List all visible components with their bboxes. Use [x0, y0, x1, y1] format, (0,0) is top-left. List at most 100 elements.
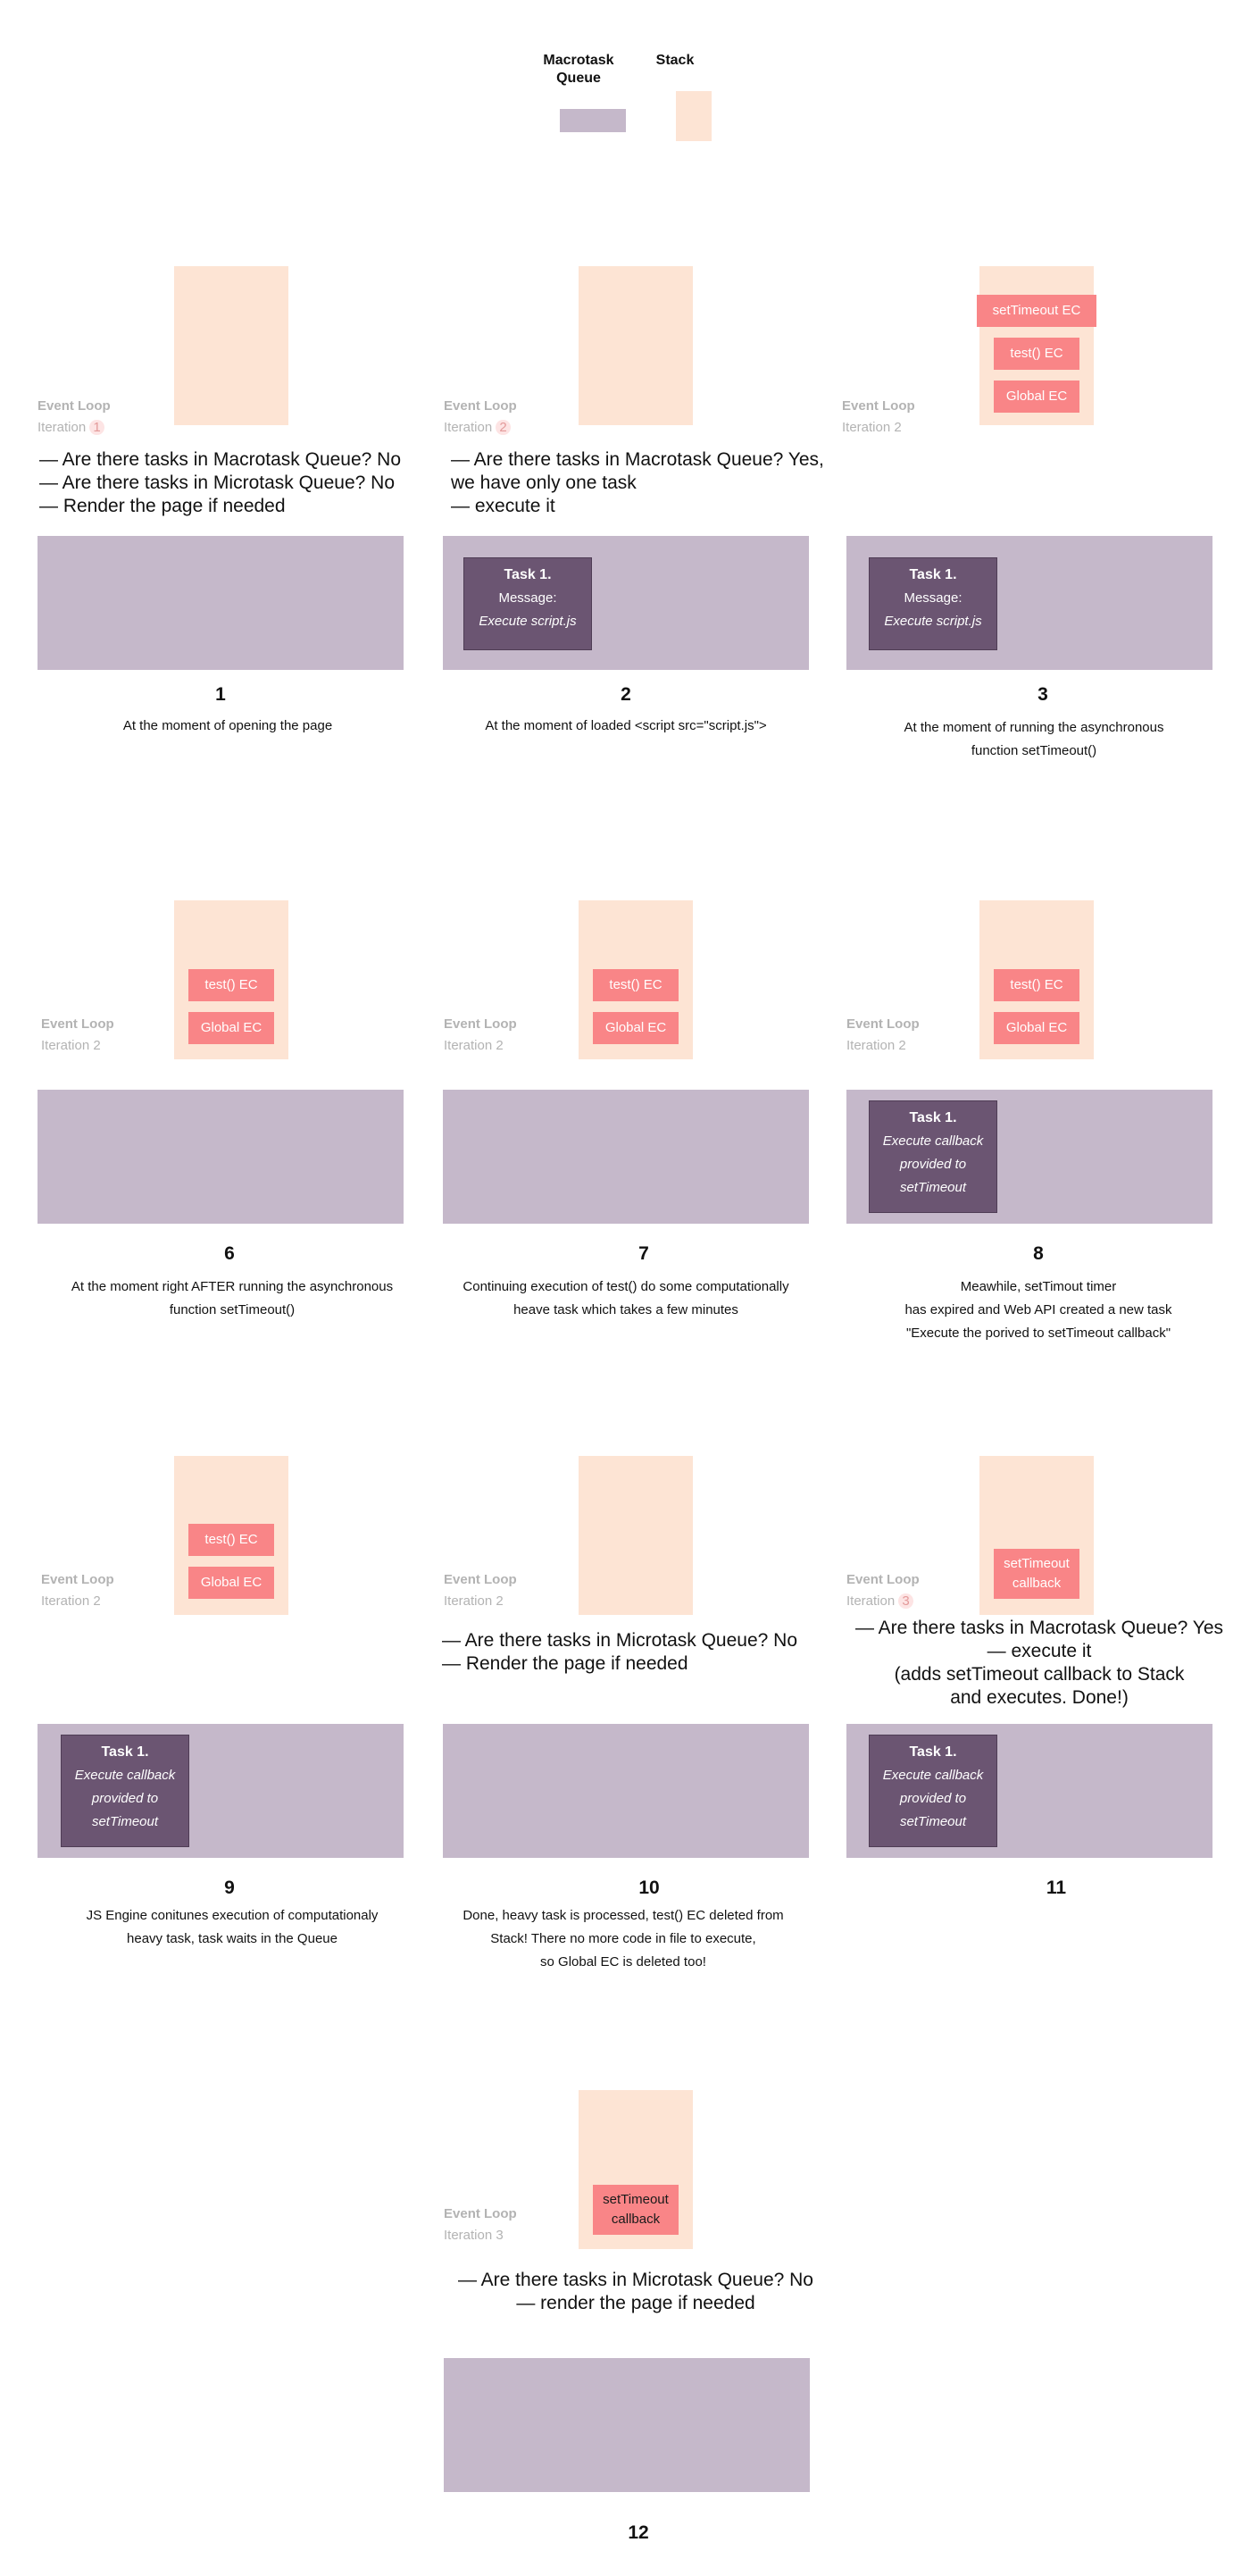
task-title: Task 1.: [909, 1744, 957, 1760]
task-card: Task 1. Message: Execute script.js: [463, 557, 592, 650]
stack-frame-global-ec: Global EC: [188, 1567, 274, 1599]
step-number: 9: [224, 1878, 235, 1898]
question-line: — Are there tasks in Macrotask Queue? Ye…: [854, 1618, 1224, 1638]
task-line: Execute script.js: [884, 614, 982, 629]
caption-line: JS Engine conitunes execution of computa…: [86, 1908, 379, 1923]
question-line: — Render the page if needed: [442, 1653, 688, 1674]
task-line: Execute callback: [882, 1768, 984, 1783]
event-loop-label: Event Loop: [846, 1572, 920, 1587]
stack-frame-test-ec: test() EC: [994, 969, 1079, 1001]
event-loop-label: Event Loop: [41, 1572, 114, 1587]
event-loop-questions: — Are there tasks in Macrotask Queue? Ye…: [451, 448, 824, 518]
iteration-label: Iteration 2: [846, 1038, 906, 1053]
step-caption: JS Engine conitunes execution of computa…: [38, 1904, 427, 1951]
iteration-label: Iteration 2: [41, 1593, 101, 1609]
caption-line: "Execute the porived to setTimeout callb…: [905, 1326, 1171, 1341]
iteration-label: Iteration 2: [444, 1038, 504, 1053]
event-loop-questions: — Are there tasks in Microtask Queue? No…: [442, 1629, 797, 1676]
task-line: Message:: [904, 590, 962, 606]
question-line: — render the page if needed: [516, 2293, 755, 2313]
iteration-label: Iteration 2: [842, 420, 902, 435]
step-caption: Continuing execution of test() do some c…: [434, 1275, 818, 1322]
event-loop-label: Event Loop: [444, 1572, 517, 1587]
question-line: — Are there tasks in Macrotask Queue? Ye…: [451, 449, 824, 470]
question-line: — Are there tasks in Macrotask Queue? No: [39, 449, 402, 470]
task-line: setTimeout: [91, 1814, 159, 1829]
step-caption: At the moment of loaded <script src="scr…: [434, 715, 818, 738]
caption-line: Stack! There no more code in file to exe…: [490, 1931, 756, 1946]
event-loop-label: Event Loop: [846, 1016, 920, 1032]
stack-frame-global-ec: Global EC: [188, 1012, 274, 1044]
task-line: Message:: [498, 590, 557, 606]
question-line: — execute it: [451, 496, 555, 516]
task-card: Task 1. Execute callback provided to set…: [869, 1735, 997, 1847]
step-caption: Done, heavy task is processed, test() EC…: [434, 1904, 812, 1974]
task-line: Execute callback: [882, 1133, 984, 1149]
event-loop-label: Event Loop: [444, 2206, 517, 2221]
task-card: Task 1. Execute callback provided to set…: [61, 1735, 189, 1847]
caption-line: function setTimeout(): [971, 743, 1097, 758]
macrotask-queue-box: [443, 1090, 809, 1224]
iteration-label: Iteration 2: [41, 1038, 101, 1053]
event-loop-label: Event Loop: [842, 398, 915, 414]
stack-frame-settimeout-callback: setTimeout callback: [994, 1549, 1079, 1599]
task-line: provided to: [899, 1157, 967, 1172]
stack-frame-global-ec: Global EC: [994, 381, 1079, 413]
stack-frame-test-ec: test() EC: [593, 969, 679, 1001]
stack-box: [579, 266, 693, 425]
iteration-label: Iteration 1: [38, 420, 104, 435]
caption-line: Meawhile, setTimout timer: [960, 1279, 1117, 1294]
caption-line: At the moment of running the asynchronou…: [904, 720, 1164, 735]
question-line: — Are there tasks in Microtask Queue? No: [442, 1630, 798, 1651]
stack-frame-test-ec: test() EC: [188, 1524, 274, 1556]
caption-line: so Global EC is deleted too!: [540, 1954, 706, 1970]
iteration-label: Iteration 3: [846, 1593, 913, 1609]
step-number: 2: [621, 684, 631, 705]
iteration-label: Iteration 3: [444, 2228, 504, 2243]
step-number: 1: [215, 684, 226, 705]
task-line: Execute script.js: [479, 614, 577, 629]
task-title: Task 1.: [101, 1744, 149, 1760]
event-loop-label: Event Loop: [444, 1016, 517, 1032]
step-caption: At the moment right AFTER running the as…: [38, 1275, 427, 1322]
step-number: 10: [638, 1878, 660, 1898]
caption-line: heavy task, task waits in the Queue: [127, 1931, 338, 1946]
caption-line: Done, heavy task is processed, test() EC…: [462, 1908, 784, 1923]
question-line: — Render the page if needed: [39, 496, 286, 516]
caption-line: At the moment of loaded <script src="scr…: [485, 718, 767, 733]
legend-stack-swatch: [676, 91, 712, 141]
caption-line: heave task which takes a few minutes: [513, 1302, 738, 1317]
task-line: provided to: [91, 1791, 159, 1806]
task-title: Task 1.: [504, 567, 552, 582]
event-loop-label: Event Loop: [38, 398, 111, 414]
step-number: 8: [1033, 1243, 1044, 1264]
iteration-label: Iteration 2: [444, 420, 511, 435]
stack-box: [174, 266, 288, 425]
stack-frame-global-ec: Global EC: [994, 1012, 1079, 1044]
iteration-number: 3: [898, 1593, 913, 1609]
macrotask-queue-box: [38, 536, 404, 670]
step-caption: Meawhile, setTimout timer has expired an…: [842, 1275, 1235, 1345]
step-number: 6: [224, 1243, 235, 1264]
stack-frame-settimeout-callback: setTimeout callback: [593, 2185, 679, 2235]
stack-frame-global-ec: Global EC: [593, 1012, 679, 1044]
step-caption: At the moment of running the asynchronou…: [842, 716, 1226, 763]
caption-line: has expired and Web API created a new ta…: [904, 1302, 1172, 1317]
question-line: we have only one task: [451, 473, 637, 493]
task-line: setTimeout: [899, 1814, 967, 1829]
question-line: — Are there tasks in Microtask Queue? No: [39, 473, 396, 493]
legend-macrotask-queue-label: Macrotask Queue: [543, 53, 614, 86]
task-title: Task 1.: [909, 567, 957, 582]
step-number: 11: [1046, 1878, 1067, 1898]
event-loop-questions: — Are there tasks in Macrotask Queue? Ye…: [843, 1617, 1236, 1710]
legend-queue-swatch: [560, 109, 626, 132]
step-caption: At the moment of opening the page: [38, 715, 418, 738]
task-title: Task 1.: [909, 1110, 957, 1125]
macrotask-queue-box: [38, 1090, 404, 1224]
macrotask-queue-box: [444, 2358, 810, 2492]
caption-line: At the moment right AFTER running the as…: [71, 1279, 394, 1294]
task-line: Execute callback: [74, 1768, 176, 1783]
task-card: Task 1. Execute callback provided to set…: [869, 1100, 997, 1213]
question-line: — Are there tasks in Microtask Queue? No: [457, 2270, 813, 2290]
event-loop-questions: — Are there tasks in Microtask Queue? No…: [434, 2269, 838, 2315]
